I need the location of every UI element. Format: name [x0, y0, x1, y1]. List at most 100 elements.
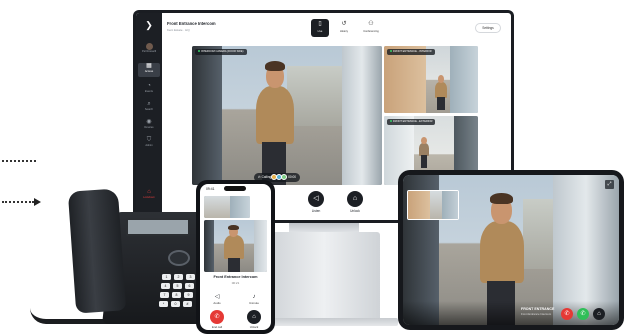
call-timer: 00:00 — [288, 175, 297, 179]
tab-conferencing[interactable]: ⚇ Conferencing — [359, 19, 383, 37]
call-title: Front Entrance Intercom — [213, 275, 258, 279]
page-title: Front Entrance Intercom — [167, 21, 216, 26]
sidebar-item-label: Access — [144, 70, 154, 73]
camera-feed-image — [204, 220, 267, 272]
camera-tag: FRONT ENTRANCE - EXTERIOR — [387, 119, 436, 125]
keypad-key[interactable]: * — [159, 301, 168, 307]
tab-history[interactable]: ↺ History — [335, 19, 353, 37]
keypad-key[interactable]: 6 — [185, 283, 194, 289]
tablet: ⤢ FRONT ENTRANCE Front Entrance Intercom… — [398, 170, 624, 330]
keypad-key[interactable]: 5 — [173, 283, 182, 289]
call-subtitle: Front Entrance Intercom — [521, 312, 552, 316]
sidebar-item-label: Events — [145, 90, 153, 93]
bell-icon: ◔ — [147, 83, 151, 89]
unmute-toggle[interactable]: ♪ Unmute — [243, 294, 265, 305]
desk-phone-display — [126, 218, 190, 236]
listen-label: Listen — [311, 209, 321, 213]
keypad-key[interactable]: 2 — [174, 274, 183, 280]
camera-feed-image — [408, 191, 458, 219]
unlock-label: Unlock — [249, 325, 259, 329]
view-tabs: ▯ Live ↺ History ⚇ Conferencing — [311, 19, 391, 37]
sidebar-item-label: Admin — [145, 144, 153, 147]
sidebar-item-label: Search — [144, 108, 154, 111]
live-dot-icon — [390, 50, 392, 53]
keypad-key[interactable]: 3 — [186, 274, 195, 280]
camera-feed-image — [204, 196, 250, 218]
listen-button[interactable]: ◁ Listen — [301, 191, 331, 213]
calling-label: Calling — [261, 175, 272, 179]
unlock-button[interactable]: ⌂ Unlock — [243, 310, 265, 329]
sidebar-item-access[interactable]: ▦ Access — [138, 63, 160, 77]
sidebar-item-profile[interactable]: Pel Rosswill — [138, 43, 160, 57]
smartphone: 09:41 Front Entrance Intercom 00:21 ◁ Au… — [196, 180, 275, 334]
keypad-key[interactable]: 8 — [172, 292, 181, 298]
settings-button[interactable]: Settings — [475, 23, 501, 33]
unlock-button[interactable]: ⌂ Unlock — [340, 191, 370, 213]
phone-icon: ✆ — [580, 311, 586, 317]
search-icon: ⌕ — [147, 101, 151, 107]
grid-icon: ▦ — [146, 63, 152, 69]
page-subtitle: Kent Estate · HQ — [167, 28, 190, 32]
expand-icon[interactable]: ⤢ — [605, 180, 614, 189]
camera-feed-image — [384, 46, 478, 113]
unlock-label: Unlock — [350, 209, 360, 213]
microphone-icon: ♪ — [252, 294, 256, 300]
status-time: 09:41 — [206, 187, 215, 191]
lock-icon: ⌂ — [597, 311, 601, 317]
hang-up-icon: ✆ — [564, 311, 570, 317]
tab-label: Conferencing — [363, 30, 379, 33]
tab-label: Live — [317, 30, 323, 33]
keypad-key[interactable]: 7 — [160, 292, 169, 298]
lock-icon: ⌂ — [347, 191, 363, 207]
camera-tile-main[interactable]: INTERCOM CAMERA (DOOR SIDE) ✆ Calling 00… — [192, 46, 382, 185]
camera-thumbnail[interactable] — [204, 196, 250, 218]
sidebar-item-admin[interactable]: ⛉ Admin — [138, 137, 160, 151]
hang-up-button[interactable]: ✆ — [561, 308, 573, 320]
answer-button[interactable]: ✆ — [577, 308, 589, 320]
hang-up-icon: ✆ — [210, 310, 224, 324]
camera-tag: INTERCOM CAMERA (DOOR SIDE) — [195, 49, 247, 55]
intercom-icon: ▯ — [318, 21, 322, 27]
camera-tag-label: FRONT ENTRANCE - EXTERIOR — [393, 120, 433, 123]
live-dot-icon — [390, 120, 392, 123]
phone-notch — [224, 186, 246, 191]
desk-phone: 1 2 3 4 5 6 7 8 9 * 0 # — [30, 188, 230, 334]
keypad-key[interactable]: # — [183, 301, 192, 307]
camera-tag-label: INTERCOM CAMERA (DOOR SIDE) — [201, 50, 244, 53]
audio-label: Audio — [213, 301, 221, 305]
tablet-screen: ⤢ FRONT ENTRANCE Front Entrance Intercom… — [403, 175, 619, 325]
keypad-key[interactable]: 0 — [171, 301, 180, 307]
desk-phone-handset[interactable] — [67, 188, 127, 314]
sidebar-item-events[interactable]: ◔ Events — [138, 83, 160, 97]
product-showcase: ❯ Pel Rosswill ▦ Access ◔ Events ⌕ Searc… — [0, 0, 638, 334]
keypad-key[interactable]: 9 — [184, 292, 193, 298]
keypad-key[interactable]: 4 — [161, 283, 170, 289]
sidebar-item-label: Devices — [144, 126, 154, 129]
camera-feed-main[interactable] — [204, 220, 267, 272]
avatar — [281, 174, 288, 181]
dotted-line-top — [2, 160, 36, 162]
sidebar-item-search[interactable]: ⌕ Search — [138, 101, 160, 115]
shield-icon: ⛉ — [146, 137, 152, 143]
monitor-stand — [268, 232, 380, 322]
tab-live[interactable]: ▯ Live — [311, 19, 329, 37]
end-call-label: End call — [212, 325, 222, 329]
camera-icon: ◉ — [146, 119, 152, 125]
camera-thumbnail[interactable] — [407, 190, 459, 220]
keypad-key[interactable]: 1 — [162, 274, 171, 280]
user-avatar-icon — [145, 43, 153, 50]
lock-icon: ⌂ — [247, 310, 261, 324]
camera-tile-interior[interactable]: FRONT ENTRANCE - INTERIOR — [384, 46, 478, 113]
speaker-icon: ◁ — [308, 191, 324, 207]
camera-feed-image — [192, 46, 382, 185]
tab-label: History — [339, 30, 349, 33]
unlock-button[interactable]: ⌂ — [593, 308, 605, 320]
end-call-button[interactable]: ✆ End call — [206, 310, 228, 329]
audio-toggle[interactable]: ◁ Audio — [206, 294, 228, 305]
camera-tag-label: FRONT ENTRANCE - INTERIOR — [393, 50, 432, 53]
sidebar-item-devices[interactable]: ◉ Devices — [138, 119, 160, 133]
navigation-pad[interactable] — [168, 250, 190, 266]
live-dot-icon — [198, 50, 200, 53]
unmute-label: Unmute — [249, 301, 259, 305]
phone-icon: ✆ — [258, 175, 261, 179]
